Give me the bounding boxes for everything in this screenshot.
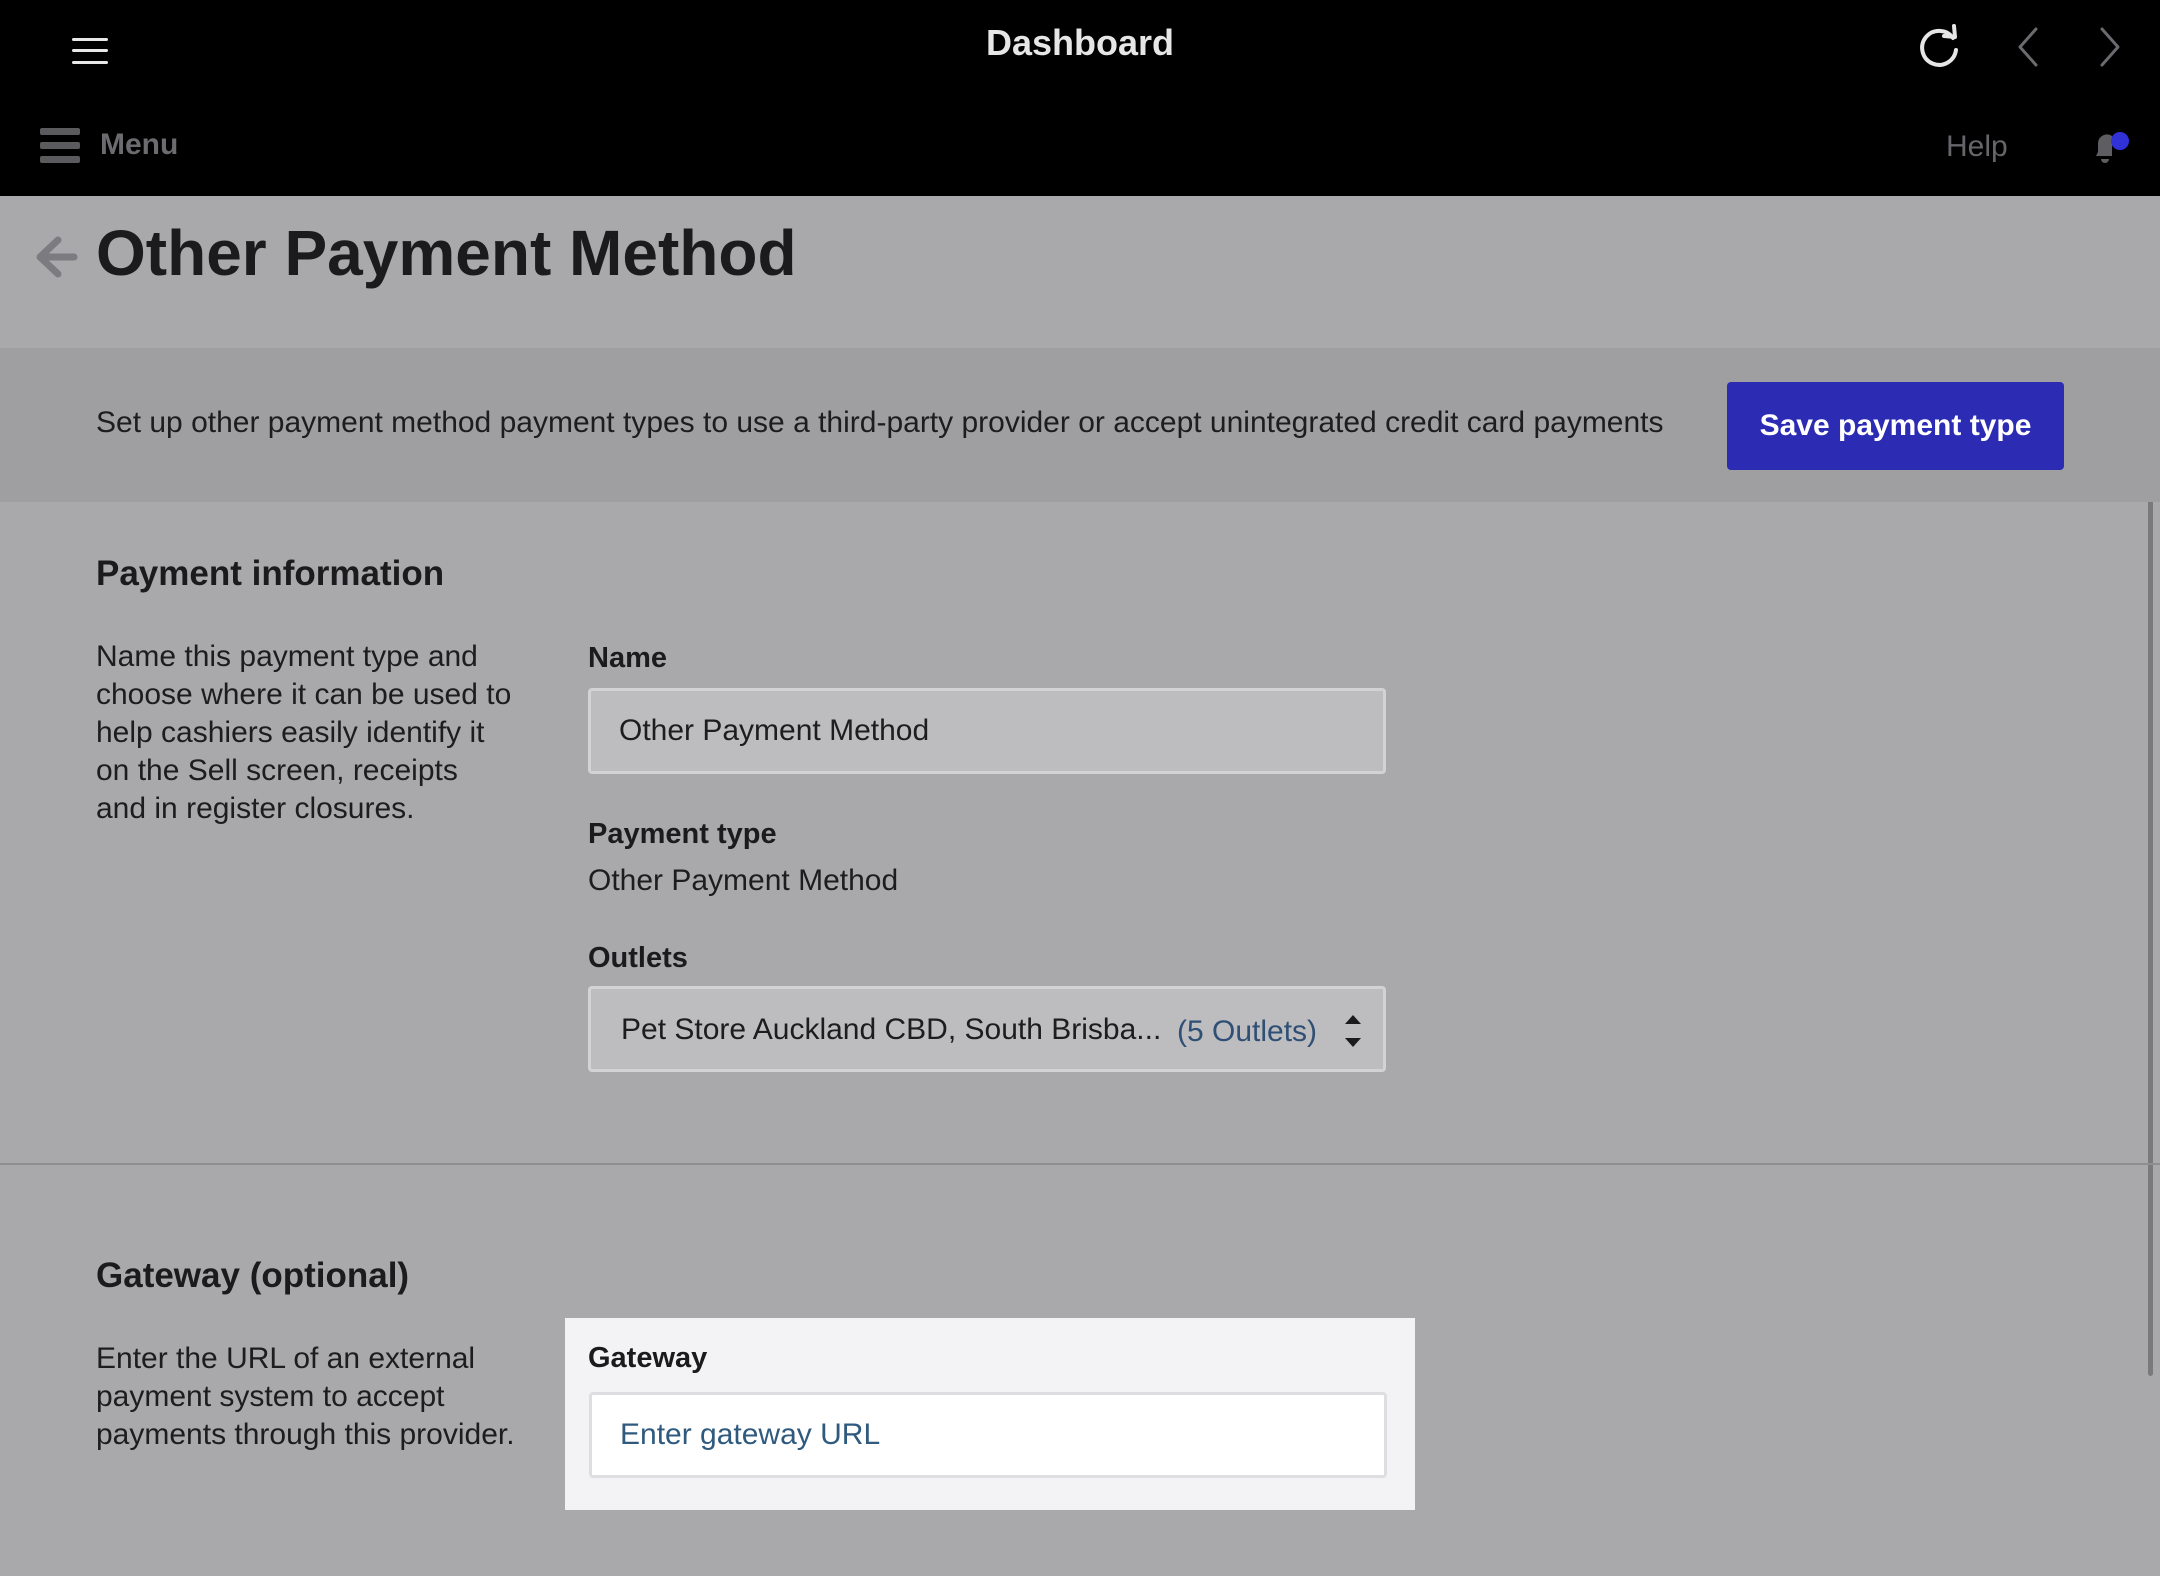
select-stepper-icon bbox=[1345, 1015, 1361, 1047]
window-title: Dashboard bbox=[985, 22, 1175, 63]
chevron-right-icon[interactable] bbox=[2082, 20, 2136, 74]
menu-icon[interactable] bbox=[40, 128, 80, 164]
save-payment-type-button[interactable]: Save payment type bbox=[1727, 382, 2064, 470]
intro-banner: Set up other payment method payment type… bbox=[0, 348, 2160, 502]
payment-information-description: Name this payment type and choose where … bbox=[96, 640, 512, 825]
gateway-field-card: Gateway bbox=[565, 1318, 1415, 1510]
gateway-description: Enter the URL of an external payment sys… bbox=[96, 1342, 515, 1451]
outlets-selected-value: Pet Store Auckland CBD, South Brisba... bbox=[621, 1013, 1162, 1046]
bell-icon[interactable] bbox=[2088, 126, 2129, 166]
menu-button[interactable]: Menu bbox=[100, 128, 178, 162]
section-divider bbox=[0, 1163, 2160, 1165]
outlets-count: (5 Outlets) bbox=[1177, 1015, 1318, 1048]
intro-text: Set up other payment method payment type… bbox=[96, 406, 1664, 439]
outlets-label: Outlets bbox=[588, 942, 688, 974]
page-title: Other Payment Method bbox=[96, 217, 797, 289]
chevron-left-icon[interactable] bbox=[2002, 20, 2056, 74]
outlets-select[interactable]: Pet Store Auckland CBD, South Brisba... … bbox=[588, 986, 1386, 1072]
gateway-section-title: Gateway (optional) bbox=[96, 1256, 410, 1295]
gateway-label: Gateway bbox=[588, 1342, 708, 1374]
gateway-url-input[interactable] bbox=[589, 1392, 1387, 1478]
name-input[interactable] bbox=[588, 688, 1386, 774]
notification-dot bbox=[2111, 132, 2129, 150]
payment-type-label: Payment type bbox=[588, 818, 777, 850]
top-bar: Dashboard Menu Help bbox=[0, 0, 2160, 196]
back-arrow-icon[interactable] bbox=[32, 234, 78, 280]
page-header: Other Payment Method bbox=[0, 196, 2160, 348]
name-label: Name bbox=[588, 642, 667, 674]
payment-information-title: Payment information bbox=[96, 554, 445, 593]
payment-type-value: Other Payment Method bbox=[588, 864, 899, 897]
app-menu-bar: Menu Help bbox=[0, 118, 2160, 178]
reload-icon[interactable] bbox=[1912, 20, 1966, 74]
help-link[interactable]: Help bbox=[1946, 130, 2008, 164]
